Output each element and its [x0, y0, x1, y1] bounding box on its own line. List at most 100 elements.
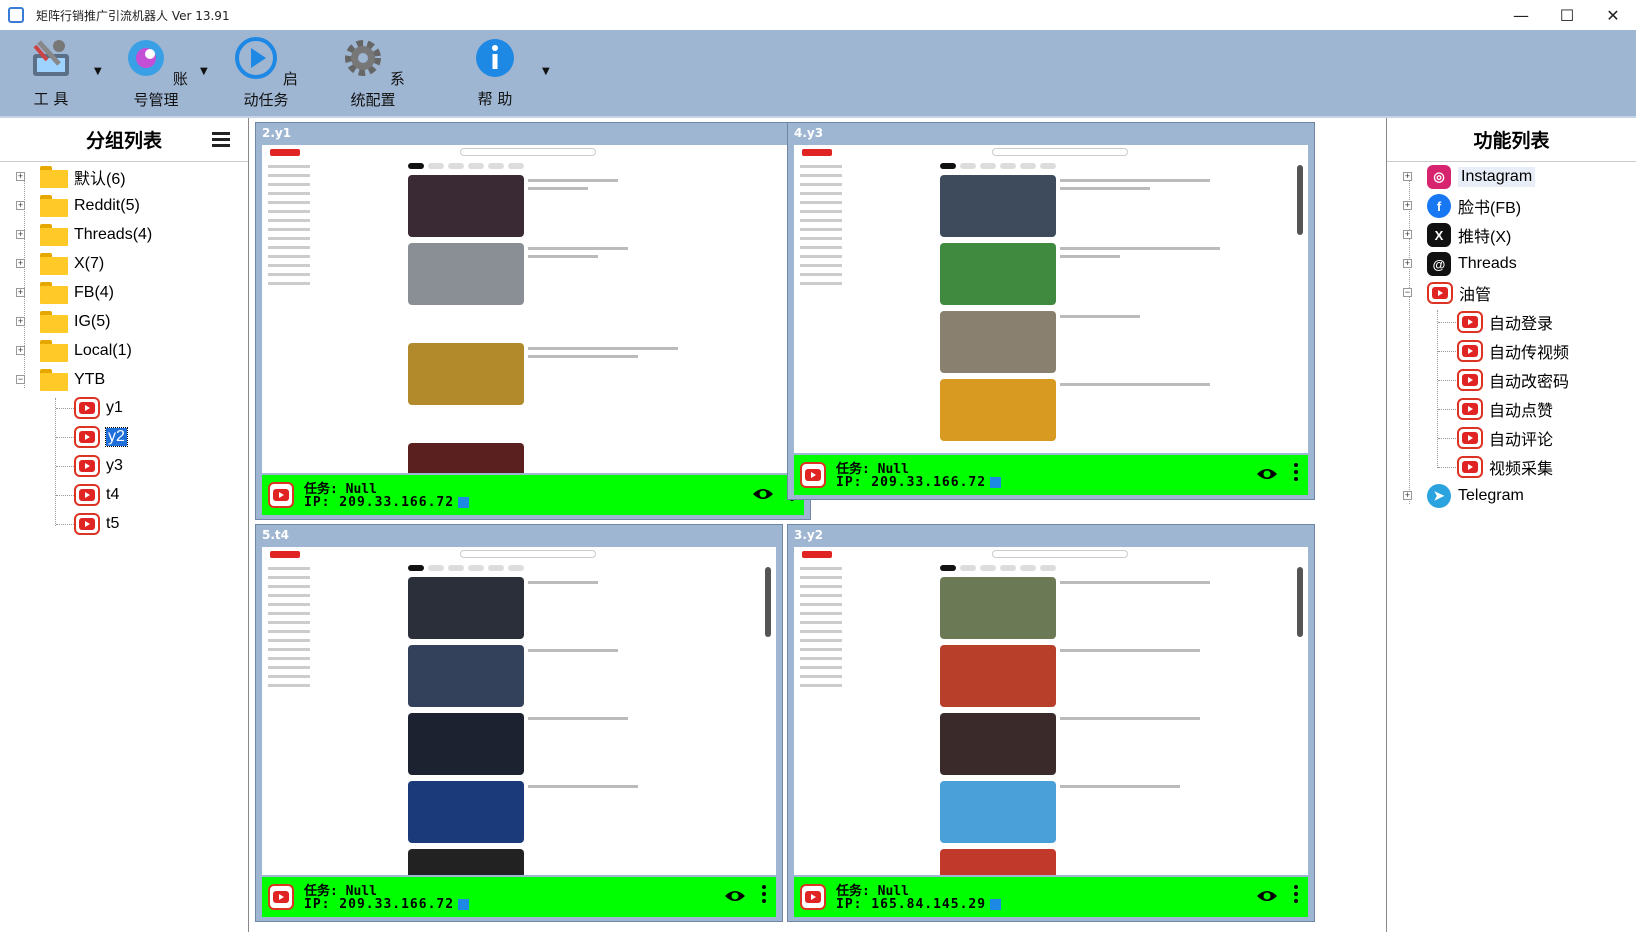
- video-thumbnail[interactable]: [940, 175, 1056, 237]
- video-thumbnail[interactable]: [940, 713, 1056, 775]
- video-thumbnail[interactable]: [408, 713, 524, 775]
- browser-grid: 2.y1 任务: Null IP: 209.33.166.72 4.y3 任务:…: [249, 118, 1386, 932]
- video-thumbnail[interactable]: [940, 379, 1056, 441]
- feature-item-video-collect[interactable]: 视频采集: [1457, 454, 1553, 480]
- eye-icon[interactable]: [1256, 888, 1278, 904]
- browser-pane[interactable]: 2.y1 任务: Null IP: 209.33.166.72: [255, 122, 811, 520]
- group-item[interactable]: + IG(5): [16, 309, 110, 335]
- minimize-button[interactable]: —: [1498, 0, 1544, 30]
- group-item[interactable]: − YTB: [16, 367, 105, 393]
- video-thumbnail[interactable]: [408, 343, 524, 405]
- search-input[interactable]: [992, 148, 1128, 156]
- account-item-y1[interactable]: y1: [74, 395, 123, 421]
- close-button[interactable]: ✕: [1590, 0, 1636, 30]
- feature-item-youtube[interactable]: − 油管: [1403, 280, 1491, 306]
- feature-label: 自动改密码: [1489, 374, 1570, 391]
- eye-icon[interactable]: [752, 486, 774, 502]
- feature-item-threads[interactable]: + @ Threads: [1403, 251, 1517, 277]
- refresh-icon[interactable]: [458, 899, 470, 910]
- refresh-icon[interactable]: [990, 899, 1002, 910]
- chevron-down-icon[interactable]: ▼: [542, 66, 550, 77]
- system-config-button[interactable]: 系统配置: [341, 36, 405, 110]
- refresh-icon[interactable]: [990, 477, 1002, 488]
- browser-pane[interactable]: 4.y3 任务: Null IP: 209.33.166.72: [787, 122, 1315, 500]
- browser-pane[interactable]: 3.y2 任务: Null IP: 165.84.145.29: [787, 524, 1315, 922]
- refresh-icon[interactable]: [458, 497, 470, 508]
- youtube-icon: [1457, 369, 1483, 391]
- account-label-selected: y2: [105, 427, 128, 447]
- group-list-panel: 分组列表 + 默认(6) + Reddit(5) + Threads(4) + X(7)…: [0, 118, 249, 932]
- account-item-y2[interactable]: y2: [74, 424, 128, 450]
- group-item[interactable]: + Local(1): [16, 338, 132, 364]
- more-vertical-icon[interactable]: [1294, 885, 1298, 906]
- ip-address: IP: 209.33.166.72: [304, 897, 470, 912]
- account-item-y3[interactable]: y3: [74, 453, 123, 479]
- more-vertical-icon[interactable]: [1294, 463, 1298, 484]
- scrollbar[interactable]: [1296, 151, 1304, 447]
- group-item[interactable]: + X(7): [16, 251, 104, 277]
- browser-view[interactable]: [262, 547, 776, 875]
- browser-view[interactable]: [794, 145, 1308, 453]
- status-bar: 任务: Null IP: 209.33.166.72: [262, 877, 776, 917]
- video-thumbnail[interactable]: [408, 781, 524, 843]
- group-item[interactable]: + FB(4): [16, 280, 114, 306]
- help-button[interactable]: 帮 助 ▼: [470, 36, 550, 109]
- video-thumbnail[interactable]: [408, 849, 524, 875]
- account-item-t4[interactable]: t4: [74, 482, 119, 508]
- sidebar-nav: [800, 567, 852, 693]
- browser-pane[interactable]: 5.t4 任务: Null IP: 209.33.166.72: [255, 524, 783, 922]
- account-label: t5: [106, 515, 120, 532]
- video-thumbnail[interactable]: [408, 243, 524, 305]
- tools-button[interactable]: 工 具 ▼: [26, 36, 102, 109]
- video-thumbnail[interactable]: [940, 645, 1056, 707]
- search-input[interactable]: [460, 550, 596, 558]
- scrollbar[interactable]: [1296, 553, 1304, 869]
- group-item[interactable]: + 默认(6): [16, 164, 126, 190]
- feature-item-facebook[interactable]: + f 脸书(FB): [1403, 193, 1521, 219]
- feature-item-auto-like[interactable]: 自动点赞: [1457, 396, 1553, 422]
- start-task-button[interactable]: 启动任务: [234, 36, 298, 110]
- search-input[interactable]: [460, 148, 596, 156]
- feature-item-auto-password[interactable]: 自动改密码: [1457, 367, 1569, 393]
- video-thumbnail[interactable]: [940, 781, 1056, 843]
- video-thumbnail[interactable]: [408, 443, 524, 473]
- feature-item-auto-login[interactable]: 自动登录: [1457, 309, 1553, 335]
- video-thumbnail[interactable]: [408, 175, 524, 237]
- search-input[interactable]: [992, 550, 1128, 558]
- pane-title: 2.y1: [262, 126, 292, 140]
- video-thumbnail[interactable]: [408, 645, 524, 707]
- video-thumbnail[interactable]: [940, 311, 1056, 373]
- video-thumbnail[interactable]: [940, 849, 1056, 875]
- browser-view[interactable]: [262, 145, 804, 473]
- feature-item-auto-upload[interactable]: 自动传视频: [1457, 338, 1569, 364]
- video-thumbnail[interactable]: [408, 577, 524, 639]
- eye-icon[interactable]: [724, 888, 746, 904]
- group-item[interactable]: + Threads(4): [16, 222, 152, 248]
- filter-chips: [408, 163, 524, 169]
- feature-item-auto-comment[interactable]: 自动评论: [1457, 425, 1553, 451]
- feature-list-panel: 功能列表 + ◎ Instagram + f 脸书(FB) + X 推特(X) + @ Thre…: [1386, 118, 1636, 932]
- video-thumbnail[interactable]: [940, 243, 1056, 305]
- feature-label: 自动登录: [1489, 316, 1554, 333]
- group-item[interactable]: + Reddit(5): [16, 193, 140, 219]
- sidebar-nav: [268, 165, 320, 291]
- more-vertical-icon[interactable]: [762, 885, 766, 906]
- feature-item-x[interactable]: + X 推特(X): [1403, 222, 1511, 248]
- scrollbar[interactable]: [764, 553, 772, 869]
- account-label: t4: [106, 486, 120, 503]
- chevron-down-icon[interactable]: ▼: [200, 66, 208, 77]
- account-item-t5[interactable]: t5: [74, 511, 119, 537]
- feature-item-telegram[interactable]: + ➤ Telegram: [1403, 483, 1524, 509]
- chevron-down-icon[interactable]: ▼: [94, 66, 102, 77]
- instagram-icon: ◎: [1427, 165, 1451, 189]
- account-management-button[interactable]: 账号管理 ▼: [124, 36, 208, 110]
- menu-icon[interactable]: [212, 132, 230, 150]
- feature-item-instagram[interactable]: + ◎ Instagram: [1403, 164, 1536, 190]
- browser-view[interactable]: [794, 547, 1308, 875]
- feature-label: Threads: [1458, 255, 1517, 272]
- maximize-button[interactable]: ☐: [1544, 0, 1590, 30]
- youtube-icon: [74, 513, 100, 535]
- video-thumbnail[interactable]: [940, 577, 1056, 639]
- eye-icon[interactable]: [1256, 466, 1278, 482]
- tools-label: 工 具: [33, 90, 69, 108]
